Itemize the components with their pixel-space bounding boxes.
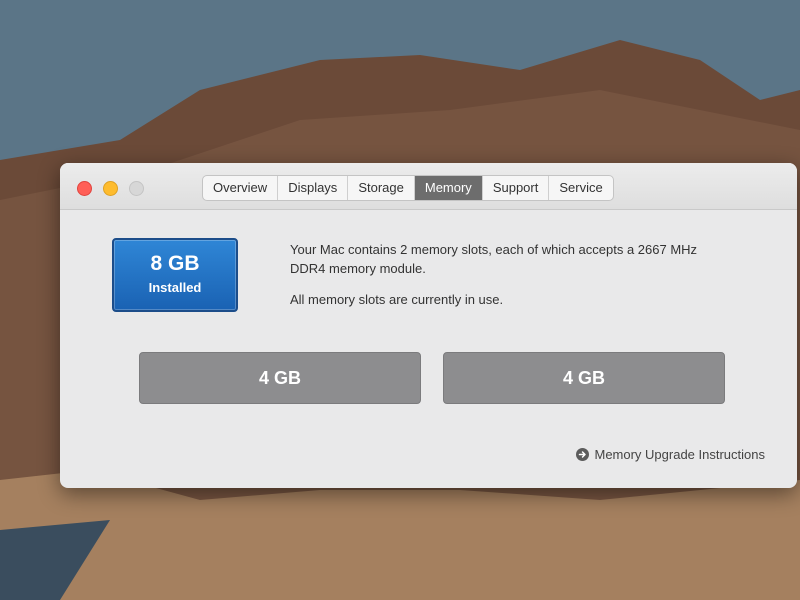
- memory-pane: 8 GB Installed Your Mac contains 2 memor…: [60, 210, 797, 488]
- memory-slot-status: All memory slots are currently in use.: [290, 292, 504, 307]
- titlebar: Overview Displays Storage Memory Support…: [60, 163, 797, 210]
- minimize-button[interactable]: [103, 181, 118, 196]
- tab-service[interactable]: Service: [549, 176, 612, 200]
- installed-memory-label: Installed: [148, 280, 202, 295]
- close-button[interactable]: [77, 181, 92, 196]
- memory-slot-2: 4 GB: [443, 352, 725, 404]
- about-this-mac-window: Overview Displays Storage Memory Support…: [60, 163, 797, 488]
- tab-displays[interactable]: Displays: [278, 176, 349, 200]
- memory-upgrade-label: Memory Upgrade Instructions: [594, 447, 765, 462]
- memory-description: Your Mac contains 2 memory slots, each o…: [290, 240, 730, 321]
- memory-slot-info: Your Mac contains 2 memory slots, each o…: [290, 242, 698, 276]
- installed-memory-size: 8 GB: [150, 252, 200, 275]
- tab-overview[interactable]: Overview: [203, 176, 279, 200]
- zoom-button[interactable]: [129, 181, 144, 196]
- tab-storage[interactable]: Storage: [348, 176, 415, 200]
- tab-support[interactable]: Support: [483, 176, 550, 200]
- installed-memory-badge: 8 GB Installed: [112, 238, 238, 312]
- memory-upgrade-link[interactable]: Memory Upgrade Instructions: [576, 447, 765, 462]
- arrow-right-circle-icon: [576, 448, 590, 461]
- tab-memory[interactable]: Memory: [414, 176, 483, 200]
- desktop: Overview Displays Storage Memory Support…: [0, 0, 800, 600]
- tab-bar: Overview Displays Storage Memory Support…: [202, 175, 614, 201]
- memory-slot-1: 4 GB: [139, 352, 421, 404]
